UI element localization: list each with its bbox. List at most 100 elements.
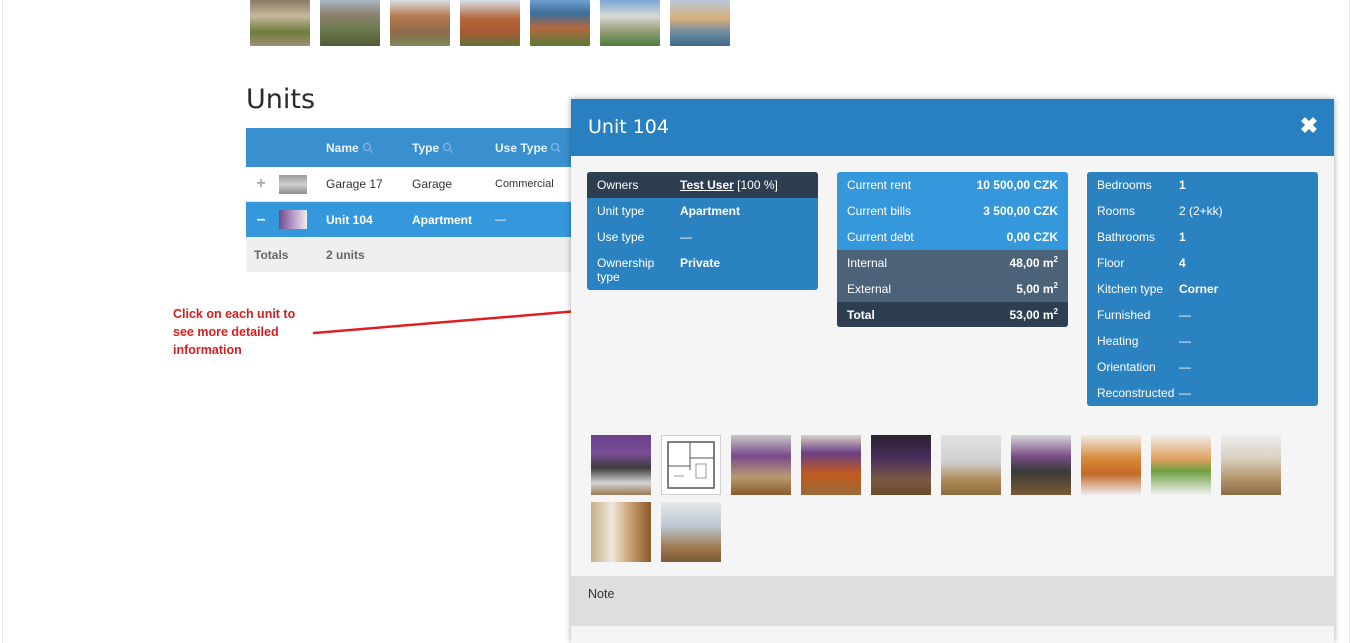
units-table-header: Name Type Use Type: [246, 128, 571, 167]
detail-row: Orientation —: [1087, 354, 1318, 380]
floor-plan-photo[interactable]: [661, 435, 721, 495]
owners-value: Test User [100 %]: [680, 178, 778, 192]
totals-row: Totals 2 units: [246, 237, 571, 272]
total-label: Total: [847, 308, 875, 322]
column-header-label: Type: [412, 140, 440, 155]
rent-label: Current rent: [847, 178, 912, 192]
unit-name: Unit 104: [326, 212, 373, 227]
owner-link[interactable]: Test User: [680, 178, 734, 192]
annotation-line: Click on each unit to: [173, 307, 296, 321]
area-number: 5,00 m: [1016, 282, 1054, 296]
ownership-type-value: Private: [680, 256, 721, 270]
annotation-line: see more detailed: [173, 325, 279, 339]
unit-use-type: —: [495, 213, 506, 226]
internal-value: 48,00 m2: [1009, 256, 1059, 271]
dialog-title: Unit 104: [588, 116, 669, 138]
detail-value: —: [1179, 308, 1191, 322]
property-photo[interactable]: [670, 0, 730, 46]
detail-value: 4: [1179, 256, 1186, 270]
owners-row: Owners Test User [100 %]: [587, 172, 818, 198]
unit-photo[interactable]: [731, 435, 791, 495]
bills-value: 3 500,00 CZK: [983, 204, 1058, 218]
use-type-row: Use type —: [587, 224, 818, 250]
help-annotation: Click on each unit to see more detailed …: [173, 305, 313, 359]
detail-row: Furnished —: [1087, 302, 1318, 328]
unit-photo[interactable]: [941, 435, 1001, 495]
property-photo[interactable]: [320, 0, 380, 46]
close-icon[interactable]: ✖: [1298, 115, 1320, 137]
page-left-border: [2, 0, 3, 643]
total-value: 53,00 m2: [1009, 308, 1059, 323]
expand-icon[interactable]: +: [254, 167, 268, 201]
property-photo[interactable]: [250, 0, 310, 46]
detail-value: —: [1179, 360, 1191, 374]
debt-value: 0,00 CZK: [1006, 230, 1058, 244]
area-number: 53,00 m: [1009, 308, 1054, 322]
column-header-label: Use Type: [495, 140, 548, 155]
unit-photo[interactable]: [1221, 435, 1281, 495]
bills-label: Current bills: [847, 204, 912, 218]
column-header-use-type[interactable]: Use Type: [495, 128, 562, 167]
ownership-type-row: Ownership type Private: [587, 250, 818, 290]
search-icon[interactable]: [442, 142, 454, 154]
unit-photo[interactable]: [591, 435, 651, 495]
ownership-type-label: Ownership type: [597, 256, 654, 284]
unit-photo[interactable]: [1011, 435, 1071, 495]
detail-label: Reconstructed: [1097, 386, 1175, 400]
detail-row: Kitchen type Corner: [1087, 276, 1318, 302]
unit-thumbnail: [279, 167, 307, 201]
unit-photo[interactable]: [1081, 435, 1141, 495]
rent-row: Current rent 10 500,00 CZK: [837, 172, 1068, 198]
dialog-header: Unit 104 ✖: [571, 99, 1334, 156]
details-card: Bedrooms 1 Rooms 2 (2+kk) Bathrooms 1 Floor…: [1087, 172, 1318, 406]
unit-detail-dialog: Unit 104 ✖ Owners Test User [100 %] Unit…: [571, 99, 1334, 643]
unit-name: Garage 17: [326, 177, 383, 191]
label-line: type: [597, 270, 620, 284]
ownership-card: Owners Test User [100 %] Unit type Apart…: [587, 172, 818, 290]
area-number: 48,00 m: [1009, 256, 1054, 270]
bills-row: Current bills 3 500,00 CZK: [837, 198, 1068, 224]
detail-label: Bathrooms: [1097, 230, 1156, 244]
external-value: 5,00 m2: [1016, 282, 1058, 297]
label-line: Ownership: [597, 256, 655, 270]
detail-label: Floor: [1097, 256, 1125, 270]
property-photo[interactable]: [600, 0, 660, 46]
collapse-icon[interactable]: –: [254, 202, 268, 237]
unit-use-type: Commercial: [495, 178, 554, 190]
units-table: Name Type Use Type + Garage 17 Garage Co…: [246, 128, 571, 272]
detail-row: Bedrooms 1: [1087, 172, 1318, 198]
detail-label: Bedrooms: [1097, 178, 1152, 192]
table-row[interactable]: – Unit 104 Apartment —: [246, 202, 571, 237]
column-header-type[interactable]: Type: [412, 128, 454, 167]
table-row[interactable]: + Garage 17 Garage Commercial: [246, 167, 571, 202]
unit-type-value: Apartment: [680, 204, 741, 218]
internal-area-row: Internal 48,00 m2: [837, 250, 1068, 276]
external-area-row: External 5,00 m2: [837, 276, 1068, 302]
detail-label: Rooms: [1097, 204, 1136, 218]
totals-value: 2 units: [326, 247, 365, 262]
unit-photo[interactable]: [801, 435, 861, 495]
property-photo[interactable]: [530, 0, 590, 46]
property-photo[interactable]: [390, 0, 450, 46]
detail-label: Heating: [1097, 334, 1139, 348]
detail-row: Floor 4: [1087, 250, 1318, 276]
search-icon[interactable]: [550, 142, 562, 154]
detail-value: 1: [1179, 178, 1186, 192]
unit-photo[interactable]: [871, 435, 931, 495]
property-photo[interactable]: [460, 0, 520, 46]
column-header-name[interactable]: Name: [326, 128, 374, 167]
owners-label: Owners: [597, 178, 639, 192]
detail-value: 1: [1179, 230, 1186, 244]
unit-thumbnail: [279, 202, 307, 237]
unit-photo[interactable]: [661, 502, 721, 562]
detail-row: Rooms 2 (2+kk): [1087, 198, 1318, 224]
detail-label: Kitchen type: [1097, 282, 1164, 296]
unit-photo[interactable]: [591, 502, 651, 562]
property-gallery: [250, 0, 730, 46]
unit-type: Apartment: [412, 212, 473, 227]
detail-label: Furnished: [1097, 308, 1151, 322]
unit-type-label: Unit type: [597, 204, 645, 218]
unit-type: Garage: [412, 177, 453, 191]
unit-photo[interactable]: [1151, 435, 1211, 495]
search-icon[interactable]: [362, 142, 374, 154]
